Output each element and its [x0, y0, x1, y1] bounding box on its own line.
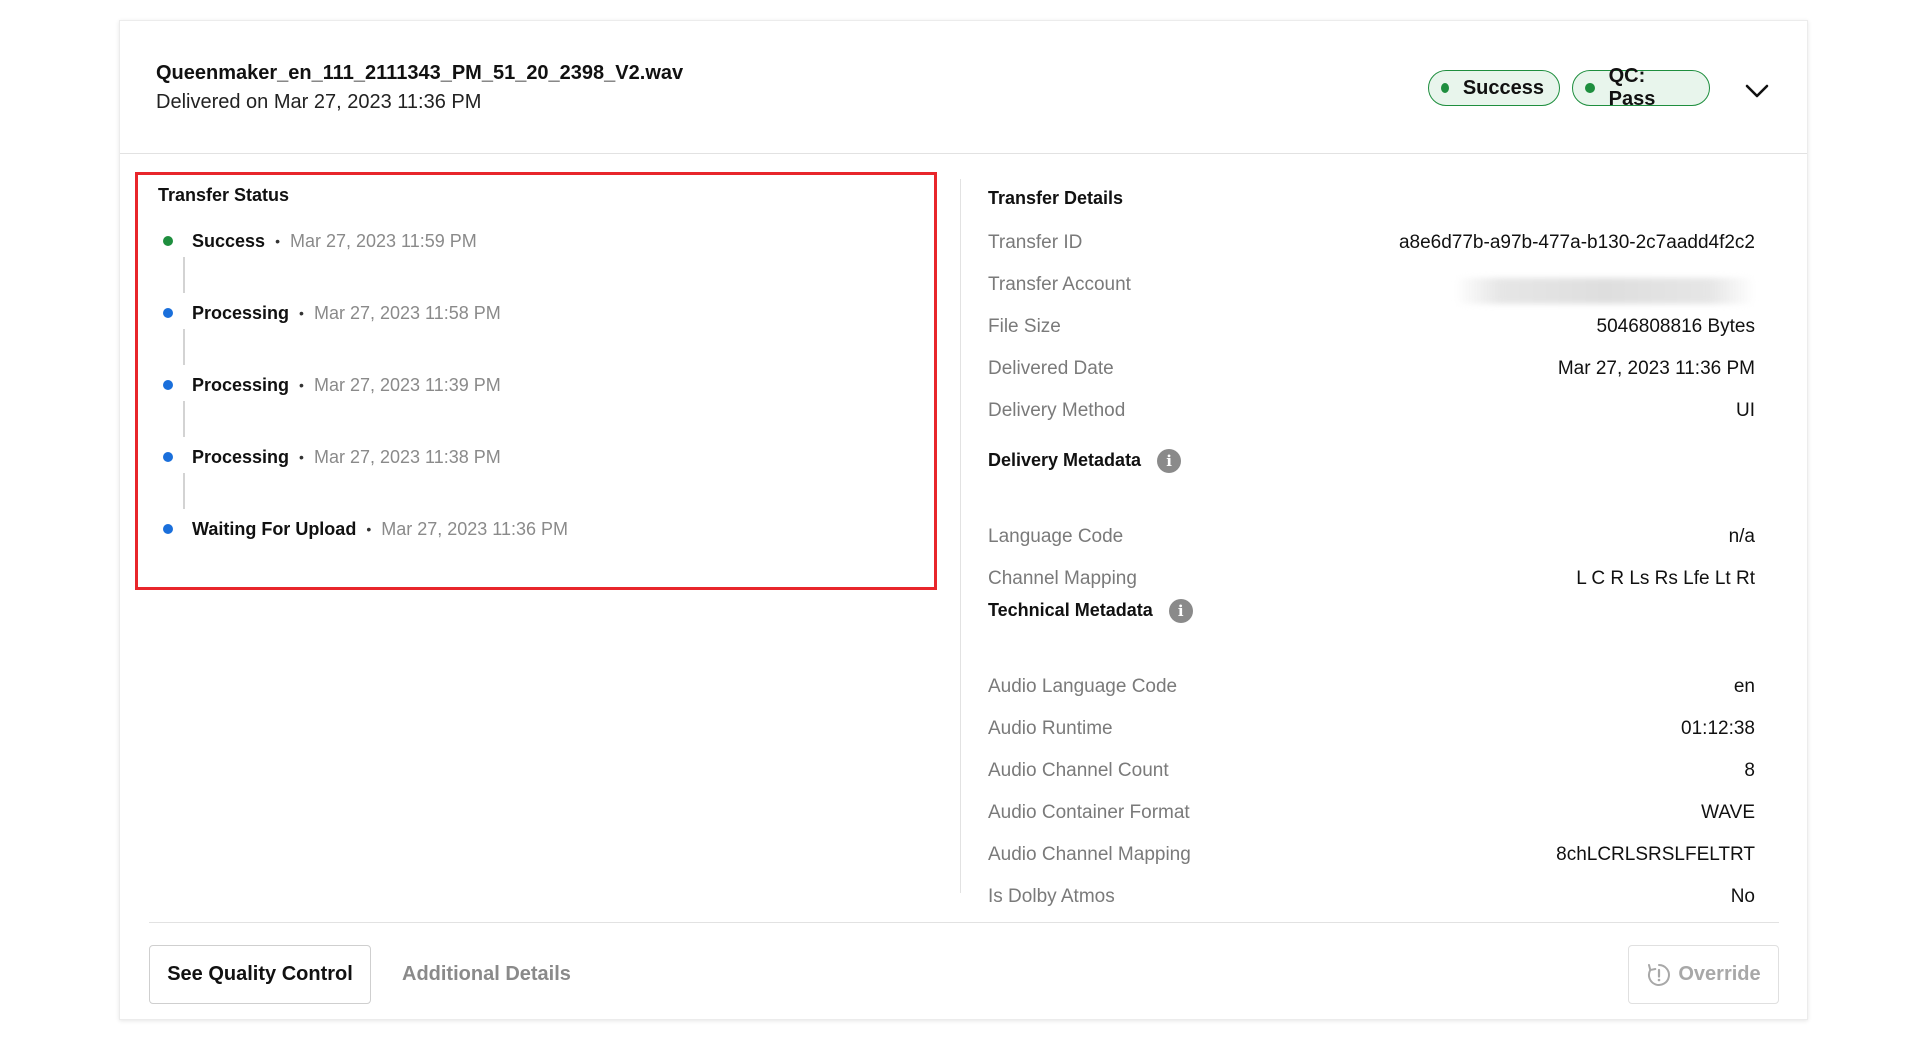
status-item: Success • Mar 27, 2023 11:59 PM — [163, 229, 477, 253]
detail-value: a8e6d77b-a97b-477a-b130-2c7aadd4f2c2 — [1398, 232, 1755, 253]
status-time: Mar 27, 2023 11:39 PM — [313, 374, 501, 395]
status-time: Mar 27, 2023 11:59 PM — [289, 230, 477, 251]
detail-key: Audio Runtime — [988, 718, 1113, 739]
technical-metadata-label: Technical Metadata — [988, 599, 1153, 620]
detail-value: 5046808816 Bytes — [1596, 316, 1755, 337]
timeline-connector — [183, 257, 185, 293]
badge-label: QC: Pass — [1608, 65, 1656, 110]
detail-row-audio-language-code: Audio Language Code en — [988, 676, 1755, 704]
delivery-metadata-label: Delivery Metadata — [988, 449, 1142, 470]
additional-details-tab[interactable]: Additional Details — [402, 945, 571, 1004]
info-icon[interactable]: i — [1168, 599, 1193, 623]
status-badge-qc: QC: Pass — [1572, 65, 1710, 110]
status-item: Waiting For Upload • Mar 27, 2023 11:36 … — [163, 517, 568, 541]
status-item: Processing • Mar 27, 2023 11:38 PM — [163, 445, 501, 469]
detail-row-transfer-id: Transfer ID a8e6d77b-a97b-477a-b130-2c7a… — [988, 232, 1755, 260]
status-label: Waiting For Upload — [192, 518, 357, 539]
status-separator: • — [299, 449, 304, 465]
detail-key: Delivery Method — [988, 400, 1126, 421]
status-label: Processing — [192, 374, 290, 395]
technical-metadata-title: Technical Metadata i — [988, 599, 1193, 623]
override-button[interactable]: Override — [1628, 945, 1779, 1004]
detail-row-audio-runtime: Audio Runtime 01:12:38 — [988, 718, 1755, 746]
detail-key: Audio Language Code — [988, 676, 1178, 697]
delivered-on-text: Delivered on Mar 27, 2023 11:36 PM — [156, 91, 482, 113]
column-divider — [960, 179, 961, 893]
timeline-connector — [183, 473, 185, 509]
detail-value: Mar 27, 2023 11:36 PM — [1557, 358, 1755, 379]
detail-key: Audio Channel Count — [988, 760, 1169, 781]
status-time: Mar 27, 2023 11:58 PM — [313, 302, 501, 323]
detail-value: 8 — [1744, 760, 1755, 781]
detail-row-audio-container-format: Audio Container Format WAVE — [988, 802, 1755, 830]
detail-key: Language Code — [988, 526, 1124, 547]
status-separator: • — [366, 521, 372, 537]
detail-key: File Size — [988, 316, 1061, 337]
badge-label: Success — [1462, 76, 1544, 99]
transfer-status-panel: Transfer Status Success • Mar 27, 2023 1… — [135, 172, 937, 590]
detail-row-file-size: File Size 5046808816 Bytes — [988, 316, 1755, 344]
info-icon[interactable]: i — [1157, 449, 1182, 473]
status-label: Processing — [192, 446, 290, 467]
detail-value: 01:12:38 — [1681, 718, 1755, 739]
detail-row-transfer-account: Transfer Account — [988, 274, 1755, 304]
detail-value: UI — [1736, 400, 1755, 421]
status-item: Processing • Mar 27, 2023 11:39 PM — [163, 373, 501, 397]
detail-key: Is Dolby Atmos — [988, 886, 1115, 907]
detail-key: Audio Container Format — [988, 802, 1190, 823]
chevron-down-icon[interactable] — [1742, 76, 1772, 106]
detail-key: Delivered Date — [988, 358, 1114, 379]
status-separator: • — [275, 233, 280, 249]
see-quality-control-button[interactable]: See Quality Control — [149, 945, 371, 1004]
status-separator: • — [299, 305, 304, 321]
status-item: Processing • Mar 27, 2023 11:58 PM — [163, 301, 501, 325]
detail-row-delivered-date: Delivered Date Mar 27, 2023 11:36 PM — [988, 358, 1755, 386]
file-name: Queenmaker_en_111_2111343_PM_51_20_2398_… — [156, 62, 684, 84]
detail-value: No — [1730, 886, 1755, 907]
detail-row-delivery-method: Delivery Method UI — [988, 400, 1755, 428]
status-label: Success — [192, 230, 266, 251]
detail-key: Channel Mapping — [988, 568, 1137, 589]
override-icon — [1648, 963, 1671, 986]
detail-row-is-dolby-atmos: Is Dolby Atmos No — [988, 886, 1755, 914]
success-dot-icon — [1441, 83, 1449, 93]
detail-row-audio-channel-mapping: Audio Channel Mapping 8chLCRLSRSLFELTRT — [988, 844, 1755, 872]
detail-key: Audio Channel Mapping — [988, 844, 1191, 865]
status-label: Processing — [192, 302, 290, 323]
status-time: Mar 27, 2023 11:38 PM — [313, 446, 501, 467]
footer-divider — [149, 922, 1779, 923]
timeline-connector — [183, 329, 185, 365]
status-dot-icon — [163, 308, 173, 318]
status-separator: • — [299, 377, 304, 393]
detail-value: en — [1733, 676, 1755, 697]
detail-row-channel-mapping: Channel Mapping L C R Ls Rs Lfe Lt Rt — [988, 568, 1755, 596]
redacted-value — [1455, 278, 1755, 304]
status-time: Mar 27, 2023 11:36 PM — [381, 518, 568, 539]
status-dot-icon — [163, 236, 173, 246]
status-dot-icon — [163, 380, 173, 390]
status-dot-icon — [163, 524, 173, 534]
detail-value: 8chLCRLSRSLFELTRT — [1556, 844, 1755, 865]
transfer-status-title: Transfer Status — [158, 185, 290, 205]
detail-key: Transfer ID — [988, 232, 1083, 253]
card-header[interactable]: Queenmaker_en_111_2111343_PM_51_20_2398_… — [120, 21, 1807, 154]
detail-value: WAVE — [1701, 802, 1755, 823]
delivery-card: Queenmaker_en_111_2111343_PM_51_20_2398_… — [119, 20, 1808, 1020]
transfer-details-title: Transfer Details — [988, 188, 1124, 208]
status-badge-success: Success — [1428, 70, 1560, 106]
qc-dot-icon — [1585, 83, 1595, 93]
delivery-metadata-title: Delivery Metadata i — [988, 449, 1182, 473]
timeline-connector — [183, 401, 185, 437]
detail-value: n/a — [1728, 526, 1755, 547]
detail-value: L C R Ls Rs Lfe Lt Rt — [1576, 568, 1755, 589]
status-dot-icon — [163, 452, 173, 462]
detail-key: Transfer Account — [988, 274, 1131, 295]
detail-row-audio-channel-count: Audio Channel Count 8 — [988, 760, 1755, 788]
override-label: Override — [1678, 963, 1761, 985]
detail-row-language-code: Language Code n/a — [988, 526, 1755, 554]
